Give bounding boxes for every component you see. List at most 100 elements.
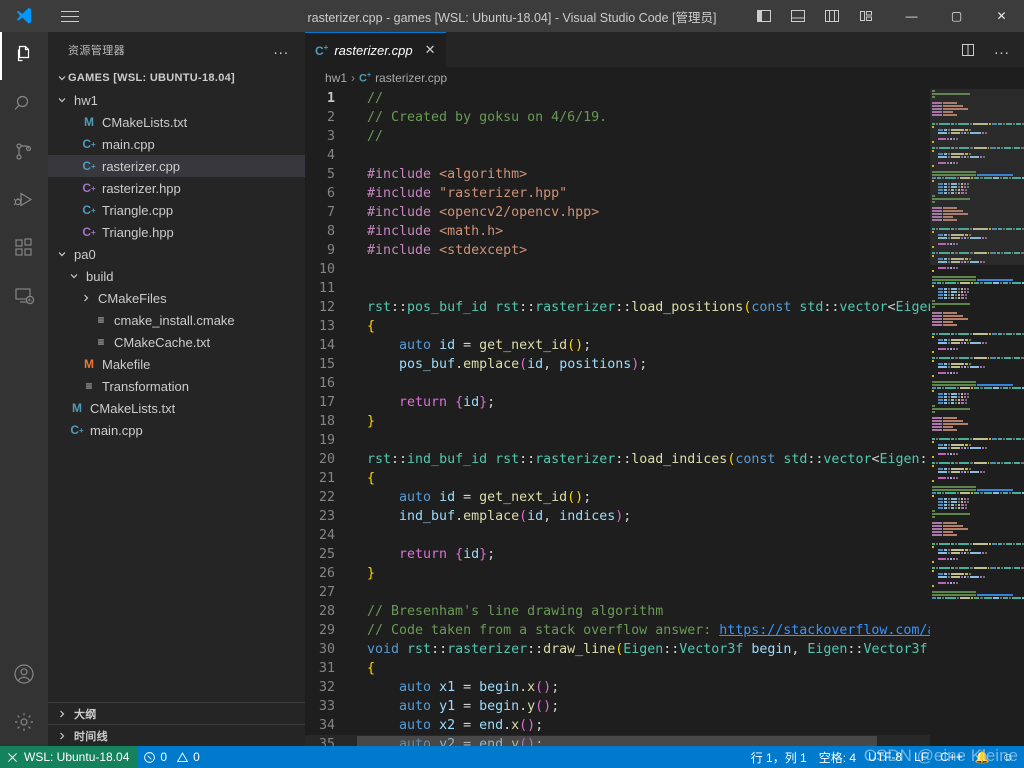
- tree-file-row[interactable]: C + Triangle.hpp: [48, 221, 305, 243]
- window-maximize-button[interactable]: ▢: [934, 0, 979, 32]
- sidebar-more-actions-icon[interactable]: ...: [273, 41, 297, 58]
- sidebar-item-explorer[interactable]: [0, 32, 48, 80]
- minimap-token: [932, 527, 942, 530]
- minimap-token: [937, 386, 941, 389]
- code-line[interactable]: 7 #include <opencv2/opencv.hpp>: [305, 203, 930, 222]
- minimap-token: [967, 470, 969, 473]
- code-line[interactable]: 24: [305, 526, 930, 545]
- tree-folder-row[interactable]: hw1: [48, 89, 305, 111]
- code-line[interactable]: 11: [305, 279, 930, 298]
- code-line[interactable]: 23 ind_buf.emplace(id, indices);: [305, 507, 930, 526]
- code-line[interactable]: 15 pos_buf.emplace(id, positions);: [305, 355, 930, 374]
- status-problems[interactable]: 0 0: [137, 746, 205, 768]
- tree-root-folder[interactable]: GAMES [WSL: UBUNTU-18.04]: [48, 67, 305, 89]
- accounts-button[interactable]: [0, 650, 48, 698]
- breadcrumb-item-folder[interactable]: hw1: [325, 71, 347, 85]
- code-line[interactable]: 14 auto id = get_next_id();: [305, 336, 930, 355]
- code-line[interactable]: 13 {: [305, 317, 930, 336]
- code-line[interactable]: 31 {: [305, 659, 930, 678]
- hamburger-menu-icon[interactable]: [48, 0, 92, 32]
- code-line[interactable]: 20 rst::ind_buf_id rst::rasterizer::load_…: [305, 450, 930, 469]
- status-indentation[interactable]: 空格: 4: [813, 746, 862, 768]
- code-line[interactable]: 21 {: [305, 469, 930, 488]
- status-eol[interactable]: LF: [908, 746, 934, 768]
- code-line[interactable]: 16: [305, 374, 930, 393]
- status-encoding[interactable]: UTF-8: [862, 746, 908, 768]
- horizontal-scrollbar[interactable]: [357, 736, 877, 746]
- toggle-panel-icon[interactable]: [781, 0, 815, 32]
- code-line[interactable]: 12 rst::pos_buf_id rst::rasterizer::load_…: [305, 298, 930, 317]
- code-line[interactable]: 3 //: [305, 127, 930, 146]
- code-line[interactable]: 10: [305, 260, 930, 279]
- sidebar-item-remote-explorer[interactable]: [0, 272, 48, 320]
- code-line[interactable]: 18}: [305, 412, 930, 431]
- code-line[interactable]: 33 auto y1 = begin.y();: [305, 697, 930, 716]
- code-line[interactable]: 28 // Bresenham's line drawing algorithm: [305, 602, 930, 621]
- status-feedback-smiley[interactable]: ☺: [996, 746, 1020, 768]
- tree-file-row[interactable]: ≡ cmake_install.cmake: [48, 309, 305, 331]
- sidebar-item-search[interactable]: [0, 80, 48, 128]
- tree-folder-row[interactable]: CMakeFiles: [48, 287, 305, 309]
- status-notifications-bell[interactable]: 🔔: [969, 746, 996, 768]
- sidebar-item-source-control[interactable]: [0, 128, 48, 176]
- more-actions-icon[interactable]: ...: [988, 35, 1016, 65]
- sidebar-item-extensions[interactable]: [0, 224, 48, 272]
- code-line[interactable]: 25 return {id};: [305, 545, 930, 564]
- breadcrumb-item-file[interactable]: C+ rasterizer.cpp: [359, 71, 447, 85]
- file-tree[interactable]: GAMES [WSL: UBUNTU-18.04] hw1 M CMakeLists…: [48, 67, 305, 702]
- code-line[interactable]: 4: [305, 146, 930, 165]
- tree-file-row[interactable]: M Makefile: [48, 353, 305, 375]
- status-cursor-position[interactable]: 行 1，列 1: [745, 746, 813, 768]
- code-line[interactable]: 17 return {id};: [305, 393, 930, 412]
- tab-close-icon[interactable]: ✕: [425, 42, 436, 58]
- tree-file-row[interactable]: M CMakeLists.txt: [48, 111, 305, 133]
- tree-file-row[interactable]: ≡ Transformation: [48, 375, 305, 397]
- tree-file-row[interactable]: ≡ CMakeCache.txt: [48, 331, 305, 353]
- code-line[interactable]: 9 #include <stdexcept>: [305, 241, 930, 260]
- sidebar-section-header[interactable]: 时间线: [48, 724, 305, 746]
- customize-layout-icon[interactable]: [849, 0, 883, 32]
- split-editor-icon[interactable]: [954, 35, 982, 65]
- toggle-secondary-sidebar-icon[interactable]: [815, 0, 849, 32]
- code-line[interactable]: 30 void rst::rasterizer::draw_line(Eigen:…: [305, 640, 930, 659]
- code-token: #include: [367, 167, 440, 182]
- breadcrumb[interactable]: hw1 › C+ rasterizer.cpp: [305, 67, 1024, 89]
- minimap-slider[interactable]: [930, 89, 1024, 265]
- status-language-mode[interactable]: C++: [934, 746, 969, 768]
- window-minimize-button[interactable]: —: [889, 0, 934, 32]
- code-line[interactable]: 26}: [305, 564, 930, 583]
- sidebar-section-header[interactable]: 大纲: [48, 702, 305, 724]
- code-line[interactable]: 32 auto x1 = begin.x();: [305, 678, 930, 697]
- tree-file-row[interactable]: M CMakeLists.txt: [48, 397, 305, 419]
- code-line[interactable]: 5 #include <algorithm>: [305, 165, 930, 184]
- tree-folder-row[interactable]: pa0: [48, 243, 305, 265]
- tree-folder-row[interactable]: build: [48, 265, 305, 287]
- tree-file-row[interactable]: C + main.cpp: [48, 419, 305, 441]
- minimap-token: [936, 542, 939, 545]
- code-lines[interactable]: 1 // 2 // Created by goksu on 4/6/19. 3 // 4 5…: [305, 89, 930, 746]
- code-token: rasterizer: [447, 642, 528, 657]
- code-line[interactable]: 6 #include "rasterizer.hpp": [305, 184, 930, 203]
- code-token[interactable]: https://stackoverflow.com/a/1: [719, 623, 930, 638]
- code-line[interactable]: 8 #include <math.h>: [305, 222, 930, 241]
- minimap[interactable]: [930, 89, 1024, 746]
- tab-rasterizer-cpp[interactable]: C+ rasterizer.cpp ✕: [305, 32, 446, 67]
- code-line[interactable]: 34 auto x2 = end.x();: [305, 716, 930, 735]
- code-line[interactable]: 22 auto id = get_next_id();: [305, 488, 930, 507]
- tree-file-row[interactable]: C + main.cpp: [48, 133, 305, 155]
- code-line[interactable]: 2 // Created by goksu on 4/6/19.: [305, 108, 930, 127]
- toggle-primary-sidebar-icon[interactable]: [747, 0, 781, 32]
- manage-settings-button[interactable]: [0, 698, 48, 746]
- sidebar-item-run-and-debug[interactable]: [0, 176, 48, 224]
- code-editor[interactable]: 1 // 2 // Created by goksu on 4/6/19. 3 // 4 5…: [305, 89, 1024, 746]
- window-close-button[interactable]: ✕: [979, 0, 1024, 32]
- code-line[interactable]: 29 // Code taken from a stack overflow an…: [305, 621, 930, 640]
- status-remote-indicator[interactable]: WSL: Ubuntu-18.04: [0, 746, 138, 768]
- code-line[interactable]: 19: [305, 431, 930, 450]
- code-line[interactable]: 27: [305, 583, 930, 602]
- code-line[interactable]: 1 //: [305, 89, 930, 108]
- tree-file-row[interactable]: C + rasterizer.cpp: [48, 155, 305, 177]
- code-token: ::: [847, 642, 864, 657]
- tree-file-row[interactable]: C + Triangle.cpp: [48, 199, 305, 221]
- tree-file-row[interactable]: C + rasterizer.hpp: [48, 177, 305, 199]
